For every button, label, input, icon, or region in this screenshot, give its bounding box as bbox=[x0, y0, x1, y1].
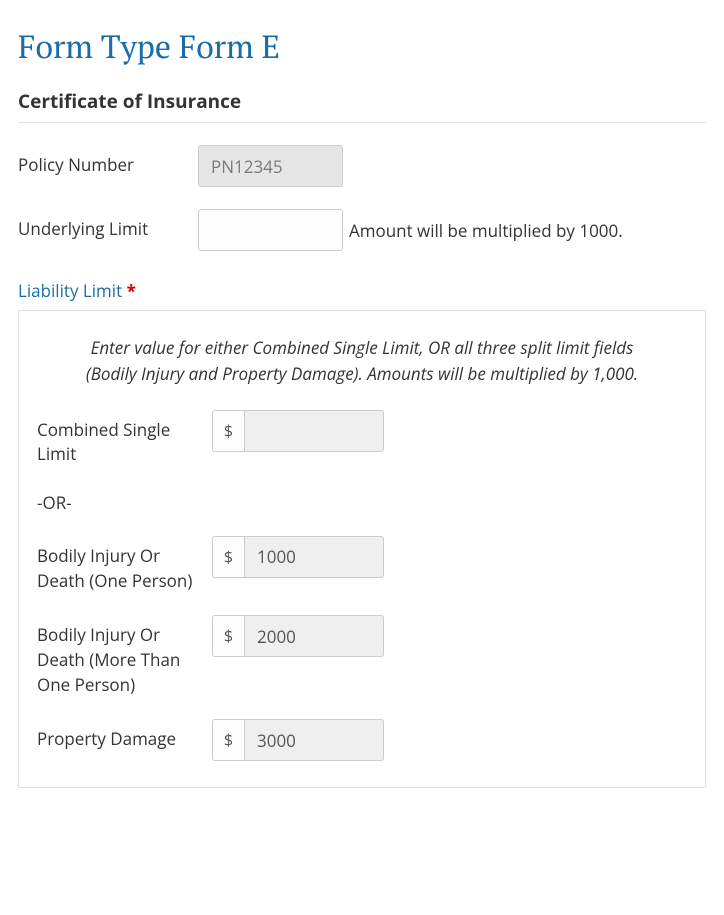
or-separator: -OR- bbox=[37, 491, 687, 514]
underlying-limit-hint: Amount will be multiplied by 1000. bbox=[349, 219, 623, 242]
policy-number-row: Policy Number bbox=[18, 145, 706, 187]
currency-icon: $ bbox=[212, 536, 244, 578]
page-title: Form Type Form E bbox=[18, 26, 706, 68]
combined-single-limit-row: Combined Single Limit $ bbox=[37, 410, 687, 467]
property-damage-label: Property Damage bbox=[37, 719, 212, 752]
bodily-injury-more-input[interactable] bbox=[244, 615, 384, 657]
underlying-limit-label: Underlying Limit bbox=[18, 209, 198, 241]
currency-icon: $ bbox=[212, 410, 244, 452]
property-damage-input[interactable] bbox=[244, 719, 384, 761]
property-damage-row: Property Damage $ bbox=[37, 719, 687, 761]
policy-number-input bbox=[198, 145, 343, 187]
combined-single-limit-input[interactable] bbox=[244, 410, 384, 452]
underlying-limit-input[interactable] bbox=[198, 209, 343, 251]
bodily-injury-one-input[interactable] bbox=[244, 536, 384, 578]
bodily-injury-one-row: Bodily Injury Or Death (One Person) $ bbox=[37, 536, 687, 593]
section-heading: Certificate of Insurance bbox=[18, 88, 706, 123]
required-mark: * bbox=[127, 279, 136, 302]
bodily-injury-one-label: Bodily Injury Or Death (One Person) bbox=[37, 536, 212, 593]
liability-instructions: Enter value for either Combined Single L… bbox=[65, 335, 659, 388]
underlying-limit-row: Underlying Limit Amount will be multipli… bbox=[18, 209, 706, 251]
currency-icon: $ bbox=[212, 719, 244, 761]
bodily-injury-more-label: Bodily Injury Or Death (More Than One Pe… bbox=[37, 615, 212, 697]
currency-icon: $ bbox=[212, 615, 244, 657]
liability-panel: Enter value for either Combined Single L… bbox=[18, 310, 706, 788]
liability-limit-legend: Liability Limit * bbox=[18, 279, 706, 302]
bodily-injury-more-row: Bodily Injury Or Death (More Than One Pe… bbox=[37, 615, 687, 697]
combined-single-limit-label: Combined Single Limit bbox=[37, 410, 212, 467]
policy-number-label: Policy Number bbox=[18, 145, 198, 177]
liability-limit-legend-text: Liability Limit bbox=[18, 279, 122, 302]
